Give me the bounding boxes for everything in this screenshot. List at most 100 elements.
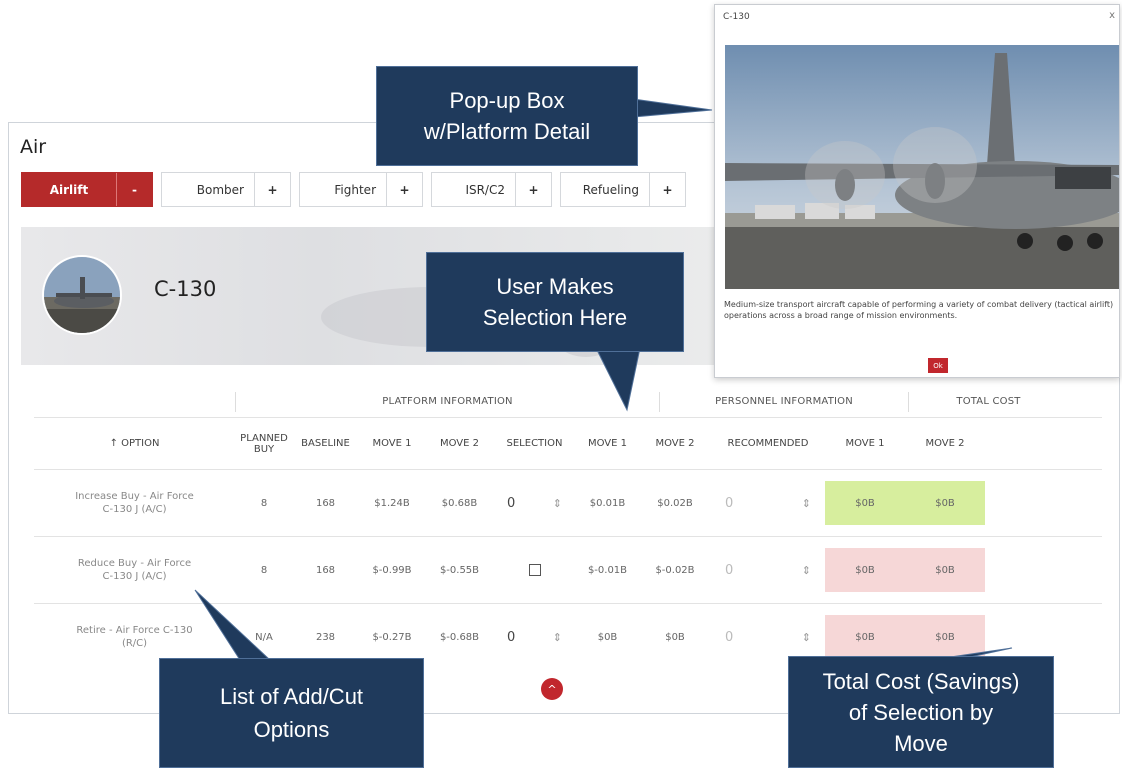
tab-fighter[interactable]: Fighter + (299, 172, 423, 207)
column-header-option[interactable]: ↑ OPTION (34, 438, 235, 449)
selection-stepper[interactable]: 0 ⇕ (493, 496, 576, 511)
move1-value: $-0.99B (372, 564, 412, 576)
column-header-total-move1: MOVE 1 (845, 438, 885, 449)
scroll-up-button[interactable]: ^ (541, 678, 563, 700)
column-header-personnel-move1: MOVE 1 (587, 438, 628, 449)
column-header-move2: MOVE 2 (439, 438, 480, 449)
ok-button[interactable]: Ok (928, 358, 948, 373)
callout-popup-box: Pop-up Box w/Platform Detail (376, 66, 638, 166)
platform-avatar (42, 255, 122, 335)
column-header-planned-buy: PLANNED BUY (240, 432, 288, 455)
table-row: Reduce Buy - Air Force C-130 J (A/C) 8 1… (34, 536, 1102, 603)
callout-line: List of Add/Cut (219, 684, 364, 709)
expand-toggle[interactable]: + (386, 173, 422, 206)
options-table: PLATFORM INFORMATION PERSONNEL INFORMATI… (34, 387, 1102, 670)
planned-buy-value: N/A (255, 631, 273, 643)
popup-description: Medium-size transport aircraft capable o… (724, 300, 1114, 320)
callout-options-list: List of Add/Cut Options (159, 658, 424, 768)
selection-cell (493, 564, 576, 576)
total-move2-cost: $0B (905, 548, 985, 592)
option-label: Increase Buy - Air Force C-130 J (A/C) (75, 491, 194, 515)
tab-isr-c2[interactable]: ISR/C2 + (431, 172, 552, 207)
group-header-row: PLATFORM INFORMATION PERSONNEL INFORMATI… (34, 387, 1102, 417)
stepper-arrows-icon[interactable]: ⇕ (553, 497, 562, 510)
tab-fighter-label: Fighter (334, 182, 376, 197)
column-header-total-move2: MOVE 2 (925, 438, 965, 449)
recommended-value: 0 (725, 629, 734, 645)
move1-value: $-0.27B (372, 631, 412, 643)
total-move2-cost: $0B (905, 481, 985, 525)
callout-line: Total Cost (Savings) (822, 668, 1020, 694)
group-platform-information: PLATFORM INFORMATION (235, 392, 659, 412)
stepper-arrows-icon: ⇕ (801, 496, 811, 510)
table-header-row: ↑ OPTION PLANNED BUY BASELINE MOVE 1 MOV… (34, 417, 1102, 469)
selection-checkbox[interactable] (528, 564, 541, 576)
personnel-move2-value: $-0.02B (655, 564, 695, 576)
personnel-move1-value: $0B (597, 631, 618, 643)
callout-total-cost: Total Cost (Savings) of Selection by Mov… (788, 656, 1054, 768)
callout-line: Pop-up Box (449, 88, 565, 113)
expand-toggle[interactable]: + (254, 173, 290, 206)
selection-stepper[interactable]: 0 ⇕ (493, 630, 576, 645)
tab-airlift-label: Airlift (49, 182, 89, 197)
personnel-move2-value: $0B (665, 631, 685, 643)
tab-bomber[interactable]: Bomber + (161, 172, 291, 207)
tab-isr-c2-label: ISR/C2 (465, 182, 505, 197)
column-header-recommended: RECOMMENDED (727, 438, 809, 449)
stepper-arrows-icon: ⇕ (801, 563, 811, 577)
table-row: Increase Buy - Air Force C-130 J (A/C) 8… (34, 469, 1102, 536)
category-tabs: Airlift - Bomber + Fighter + ISR/C2 + Re… (21, 172, 686, 207)
callout-line: Selection Here (482, 305, 628, 330)
selection-value: 0 (507, 495, 516, 511)
tab-airlift[interactable]: Airlift - (21, 172, 153, 207)
recommended-stepper: 0 ⇕ (711, 496, 825, 511)
total-move2-cost: $0B (905, 615, 985, 659)
personnel-move1-value: $-0.01B (587, 564, 628, 576)
option-label: Reduce Buy - Air Force C-130 J (A/C) (77, 558, 192, 582)
column-header-selection: SELECTION (506, 438, 563, 449)
callout-line: Move (894, 730, 948, 756)
platform-detail-popup: C-130 x Medium-size transport aircraft c… (714, 4, 1120, 378)
baseline-value: 168 (315, 564, 336, 576)
total-move1-cost: $0B (825, 481, 905, 525)
total-move1-cost: $0B (825, 548, 905, 592)
move2-value: $-0.55B (439, 564, 480, 576)
move2-value: $0.68B (441, 497, 478, 509)
personnel-move2-value: $0.02B (657, 497, 693, 509)
column-header-personnel-move2: MOVE 2 (655, 438, 695, 449)
section-title: Air (20, 136, 47, 158)
platform-name: C-130 (154, 277, 217, 301)
collapse-toggle[interactable]: - (116, 173, 152, 206)
column-header-move1: MOVE 1 (372, 438, 412, 449)
baseline-value: 238 (315, 631, 336, 643)
popup-title: C-130 (723, 12, 750, 22)
tab-refueling[interactable]: Refueling + (560, 172, 686, 207)
group-total-cost: TOTAL COST (908, 392, 1068, 412)
move2-value: $-0.68B (439, 631, 480, 643)
recommended-value: 0 (725, 562, 734, 578)
tab-bomber-label: Bomber (196, 182, 244, 197)
total-move1-cost: $0B (825, 615, 905, 659)
expand-toggle[interactable]: + (649, 173, 685, 206)
recommended-stepper: 0 ⇕ (711, 563, 825, 578)
planned-buy-value: 8 (260, 564, 268, 576)
callout-user-selection: User Makes Selection Here (426, 252, 684, 352)
recommended-stepper: 0 ⇕ (711, 630, 825, 645)
tab-refueling-label: Refueling (582, 182, 639, 197)
move1-value: $1.24B (374, 497, 410, 509)
personnel-move1-value: $0.01B (589, 497, 626, 509)
option-label: Retire - Air Force C-130 (R/C) (76, 625, 193, 649)
selection-value: 0 (507, 629, 516, 645)
group-personnel-information: PERSONNEL INFORMATION (659, 392, 908, 412)
recommended-value: 0 (725, 495, 734, 511)
callout-line: Options (253, 717, 330, 742)
stepper-arrows-icon: ⇕ (801, 630, 811, 644)
column-header-baseline: BASELINE (301, 438, 350, 449)
planned-buy-value: 8 (260, 497, 268, 509)
expand-toggle[interactable]: + (515, 173, 551, 206)
baseline-value: 168 (315, 497, 336, 509)
callout-line: User Makes (496, 274, 614, 299)
close-icon[interactable]: x (1109, 10, 1115, 21)
stepper-arrows-icon[interactable]: ⇕ (553, 631, 562, 644)
callout-line: of Selection by (848, 699, 994, 725)
